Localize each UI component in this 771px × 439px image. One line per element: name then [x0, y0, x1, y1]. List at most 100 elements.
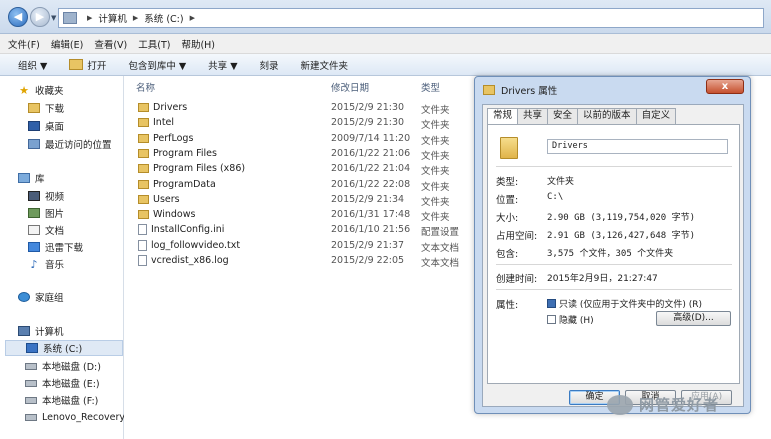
forward-button[interactable]: ▶ — [30, 7, 50, 27]
created-label: 创建时间: — [496, 274, 538, 285]
type-label: 类型: — [496, 177, 519, 188]
nav-favorites[interactable]: ★ 收藏夹 — [18, 82, 142, 98]
nav-drive-c[interactable]: 系统 (C:) — [5, 340, 123, 356]
file-date-cell: 2016/1/10 21:56 — [331, 224, 411, 236]
nav-drive-lenovo-recovery[interactable]: Lenovo_Recovery ( — [25, 409, 124, 425]
breadcrumb-computer[interactable]: 计算机 — [98, 11, 127, 25]
file-type-cell: 文件夹 — [421, 150, 450, 162]
include-in-library-button[interactable]: 包含到库中 ▼ — [128, 58, 186, 72]
menu-view[interactable]: 查看(V) — [94, 37, 127, 51]
folder-icon — [138, 133, 149, 143]
desktop-icon — [28, 121, 40, 131]
back-button[interactable]: ◀ — [8, 7, 28, 27]
navigation-pane: ★ 收藏夹 下载 桌面 最近访问的位置 库 视频 图片 文档 迅雷下载 ♪ 音乐 家… — [0, 76, 124, 439]
chevron-right-icon[interactable]: ▶ — [87, 14, 92, 22]
drive-icon — [25, 362, 37, 370]
folder-name-field[interactable]: Drivers — [547, 139, 728, 154]
size-value: 2.90 GB (3,119,754,020 字节) — [547, 213, 696, 223]
file-type-cell: 文件夹 — [421, 212, 450, 224]
file-row[interactable]: Drivers 2015/2/9 21:30 文件夹 — [125, 102, 473, 117]
created-value: 2015年2月9日，21:27:47 — [547, 274, 658, 284]
file-name-cell: Drivers — [138, 102, 187, 113]
tab-security[interactable]: 安全 — [547, 108, 579, 124]
file-row[interactable]: Program Files 2016/1/22 21:06 文件夹 — [125, 148, 473, 163]
menu-file[interactable]: 文件(F) — [8, 37, 40, 51]
folder-icon — [138, 164, 149, 174]
tab-previous-versions[interactable]: 以前的版本 — [577, 108, 637, 124]
file-type-cell: 文件夹 — [421, 120, 450, 132]
file-type-cell: 文件夹 — [421, 135, 450, 147]
file-name-cell: Users — [138, 194, 180, 205]
file-type-cell: 文件夹 — [421, 105, 450, 116]
close-button[interactable]: x — [706, 79, 744, 94]
contains-label: 包含: — [496, 249, 519, 260]
computer-icon — [18, 326, 30, 336]
file-date-cell: 2015/2/9 22:05 — [331, 255, 405, 266]
menu-edit[interactable]: 编辑(E) — [51, 37, 83, 51]
file-row[interactable]: vcredist_x86.log 2015/2/9 22:05 文本文档 — [125, 255, 473, 270]
hidden-checkbox[interactable]: 隐藏 (H) — [547, 313, 594, 326]
document-icon — [28, 225, 40, 235]
column-header-date[interactable]: 修改日期 — [331, 80, 369, 96]
file-row[interactable]: Program Files (x86) 2016/1/22 21:04 文件夹 — [125, 163, 473, 178]
file-type-cell: 文件夹 — [421, 181, 450, 193]
file-date-cell: 2016/1/22 21:04 — [331, 163, 411, 175]
file-date-cell: 2015/2/9 21:34 — [331, 193, 405, 205]
music-icon: ♪ — [30, 257, 38, 271]
file-name-cell: vcredist_x86.log — [138, 255, 229, 266]
chevron-right-icon[interactable]: ▶ — [133, 14, 138, 22]
location-label: 位置: — [496, 195, 519, 206]
file-row[interactable]: log_followvideo.txt 2015/2/9 21:37 文本文档 — [125, 239, 473, 255]
open-button[interactable]: 打开 — [69, 58, 106, 72]
file-row[interactable]: Users 2015/2/9 21:34 文件夹 — [125, 194, 473, 209]
chevron-right-icon[interactable]: ▶ — [190, 14, 195, 22]
folder-icon — [138, 118, 149, 128]
picture-icon — [28, 208, 40, 218]
folder-icon — [500, 137, 518, 159]
wechat-icon — [607, 394, 633, 415]
organize-button[interactable]: 组织 ▼ — [18, 58, 47, 72]
recent-places-icon — [28, 139, 40, 149]
star-icon: ★ — [19, 83, 29, 97]
file-list: 名称 修改日期 类型 Drivers 2015/2/9 21:30 文件夹 Intel… — [125, 76, 473, 439]
file-name-cell: log_followvideo.txt — [138, 239, 240, 251]
file-date-cell: 2016/1/22 22:08 — [331, 178, 411, 190]
file-name-cell: Windows — [138, 209, 195, 220]
nav-homegroup[interactable]: 家庭组 — [18, 289, 142, 305]
file-row[interactable]: PerfLogs 2009/7/14 11:20 文件夹 — [125, 133, 473, 148]
file-date-cell: 2009/7/14 11:20 — [331, 132, 411, 144]
folder-icon — [138, 210, 149, 220]
address-path[interactable]: ▶ 计算机 ▶ 系统 (C:) ▶ — [58, 8, 764, 28]
tab-strip: 常规 共享 安全 以前的版本 自定义 — [487, 108, 677, 125]
library-icon — [18, 173, 30, 183]
file-row[interactable]: Windows 2016/1/31 17:48 文件夹 — [125, 209, 473, 224]
type-value: 文件夹 — [547, 177, 575, 187]
new-folder-button[interactable]: 新建文件夹 — [301, 58, 349, 72]
file-icon — [138, 239, 147, 251]
dialog-body: 常规 共享 安全 以前的版本 自定义 Drivers 类型: 文件夹 位置: C… — [482, 104, 744, 407]
file-date-cell: 2015/2/9 21:30 — [331, 117, 405, 129]
tab-general[interactable]: 常规 — [487, 108, 519, 125]
tab-sharing[interactable]: 共享 — [517, 108, 549, 124]
file-row[interactable]: Intel 2015/2/9 21:30 文件夹 — [125, 117, 473, 132]
address-bar: ◀ ▶ ▼ ▶ 计算机 ▶ 系统 (C:) ▶ — [0, 0, 771, 34]
menu-tools[interactable]: 工具(T) — [138, 37, 170, 51]
file-name-cell: Intel — [138, 117, 174, 128]
checkbox-unchecked-icon — [547, 315, 556, 324]
share-button[interactable]: 共享 ▼ — [208, 58, 237, 72]
nav-computer[interactable]: 计算机 — [18, 323, 142, 339]
file-date-cell: 2016/1/31 17:48 — [331, 209, 411, 221]
file-row[interactable]: InstallConfig.ini 2016/1/10 21:56 配置设置 — [125, 224, 473, 239]
burn-button[interactable]: 刻录 — [260, 58, 279, 72]
breadcrumb-drive-c[interactable]: 系统 (C:) — [144, 11, 183, 25]
drive-icon — [25, 396, 37, 404]
column-header-name[interactable]: 名称 — [136, 80, 155, 96]
nav-libraries[interactable]: 库 — [18, 170, 142, 186]
tab-customize[interactable]: 自定义 — [635, 108, 677, 124]
readonly-checkbox[interactable]: 只读 (仅应用于文件夹中的文件) (R) — [547, 297, 702, 310]
file-row[interactable]: ProgramData 2016/1/22 22:08 文件夹 — [125, 179, 473, 194]
menu-help[interactable]: 帮助(H) — [181, 37, 215, 51]
advanced-button[interactable]: 高级(D)... — [656, 311, 731, 326]
column-header-type[interactable]: 类型 — [421, 80, 440, 96]
folder-icon — [138, 179, 149, 189]
